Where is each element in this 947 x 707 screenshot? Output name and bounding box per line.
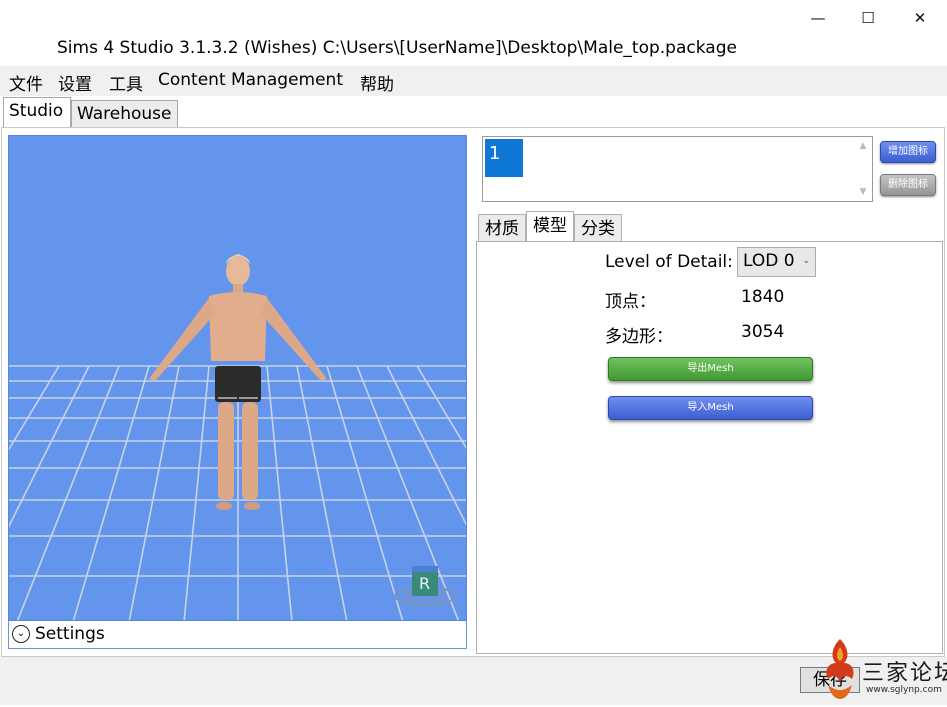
tab-warehouse[interactable]: Warehouse	[71, 100, 178, 127]
import-mesh-button[interactable]: 导入Mesh	[608, 396, 813, 420]
menu-file[interactable]: 文件	[9, 70, 43, 95]
maximize-button[interactable]: ☐	[845, 6, 891, 30]
menu-help[interactable]: 帮助	[360, 70, 394, 95]
floor-grid	[9, 365, 466, 620]
watermark-logo-icon	[826, 639, 854, 699]
add-icon-button[interactable]: 增加图标	[880, 141, 936, 163]
icon-list[interactable]: 1 ▲ ▼	[482, 136, 873, 202]
window-title: Sims 4 Studio 3.1.3.2 (Wishes) C:\Users\…	[57, 38, 737, 58]
viewport-scene	[9, 254, 466, 620]
vertices-label: 顶点：	[605, 292, 656, 312]
tab-category[interactable]: 分类	[574, 214, 622, 242]
sub-tabs: 材质 模型 分类	[476, 211, 946, 242]
chevron-down-icon[interactable]: ⌄	[12, 625, 30, 643]
chevron-down-icon: ⌄	[802, 256, 810, 266]
tab-studio[interactable]: Studio	[3, 97, 71, 127]
model-panel	[476, 241, 943, 654]
menu-content-management[interactable]: Content Management	[158, 70, 343, 90]
title-bar: Sims 4 Studio 3.1.3.2 (Wishes) C:\Users\…	[0, 0, 947, 66]
menu-tools[interactable]: 工具	[109, 70, 143, 95]
tab-model[interactable]: 模型	[526, 211, 574, 242]
minimize-button[interactable]: —	[795, 6, 841, 30]
settings-label[interactable]: Settings	[35, 624, 105, 644]
scroll-up-icon[interactable]: ▲	[856, 139, 870, 153]
r-badge-letter: R	[419, 574, 431, 593]
delete-icon-button[interactable]: 删除图标	[880, 174, 936, 196]
viewport-settings-bar[interactable]: ⌄ Settings	[8, 621, 467, 649]
scroll-down-icon[interactable]: ▼	[856, 185, 870, 199]
lod-label: Level of Detail:	[605, 252, 733, 272]
polygons-value: 3054	[741, 322, 785, 342]
export-mesh-button[interactable]: 导出Mesh	[608, 357, 813, 381]
watermark-url: www.sglynp.com	[866, 685, 942, 695]
icon-list-item[interactable]: 1	[485, 139, 523, 177]
watermark-text: 三家论坛	[862, 661, 947, 686]
watermark: 三家论坛 www.sglynp.com	[818, 633, 947, 705]
lod-select-value: LOD 0	[743, 251, 795, 271]
main-tabs: Studio Warehouse	[0, 97, 947, 128]
icon-list-scrollbar[interactable]: ▲ ▼	[856, 139, 870, 199]
tab-material[interactable]: 材质	[478, 214, 526, 242]
vertices-value: 1840	[741, 287, 785, 307]
polygons-label: 多边形：	[605, 327, 673, 347]
menu-settings[interactable]: 设置	[58, 70, 92, 95]
lod-select[interactable]: LOD 0 ⌄	[737, 247, 816, 277]
menu-bar: 文件 设置 工具 Content Management 帮助	[0, 66, 947, 96]
3d-viewport[interactable]: R	[8, 135, 467, 621]
close-button[interactable]: ✕	[897, 6, 943, 30]
